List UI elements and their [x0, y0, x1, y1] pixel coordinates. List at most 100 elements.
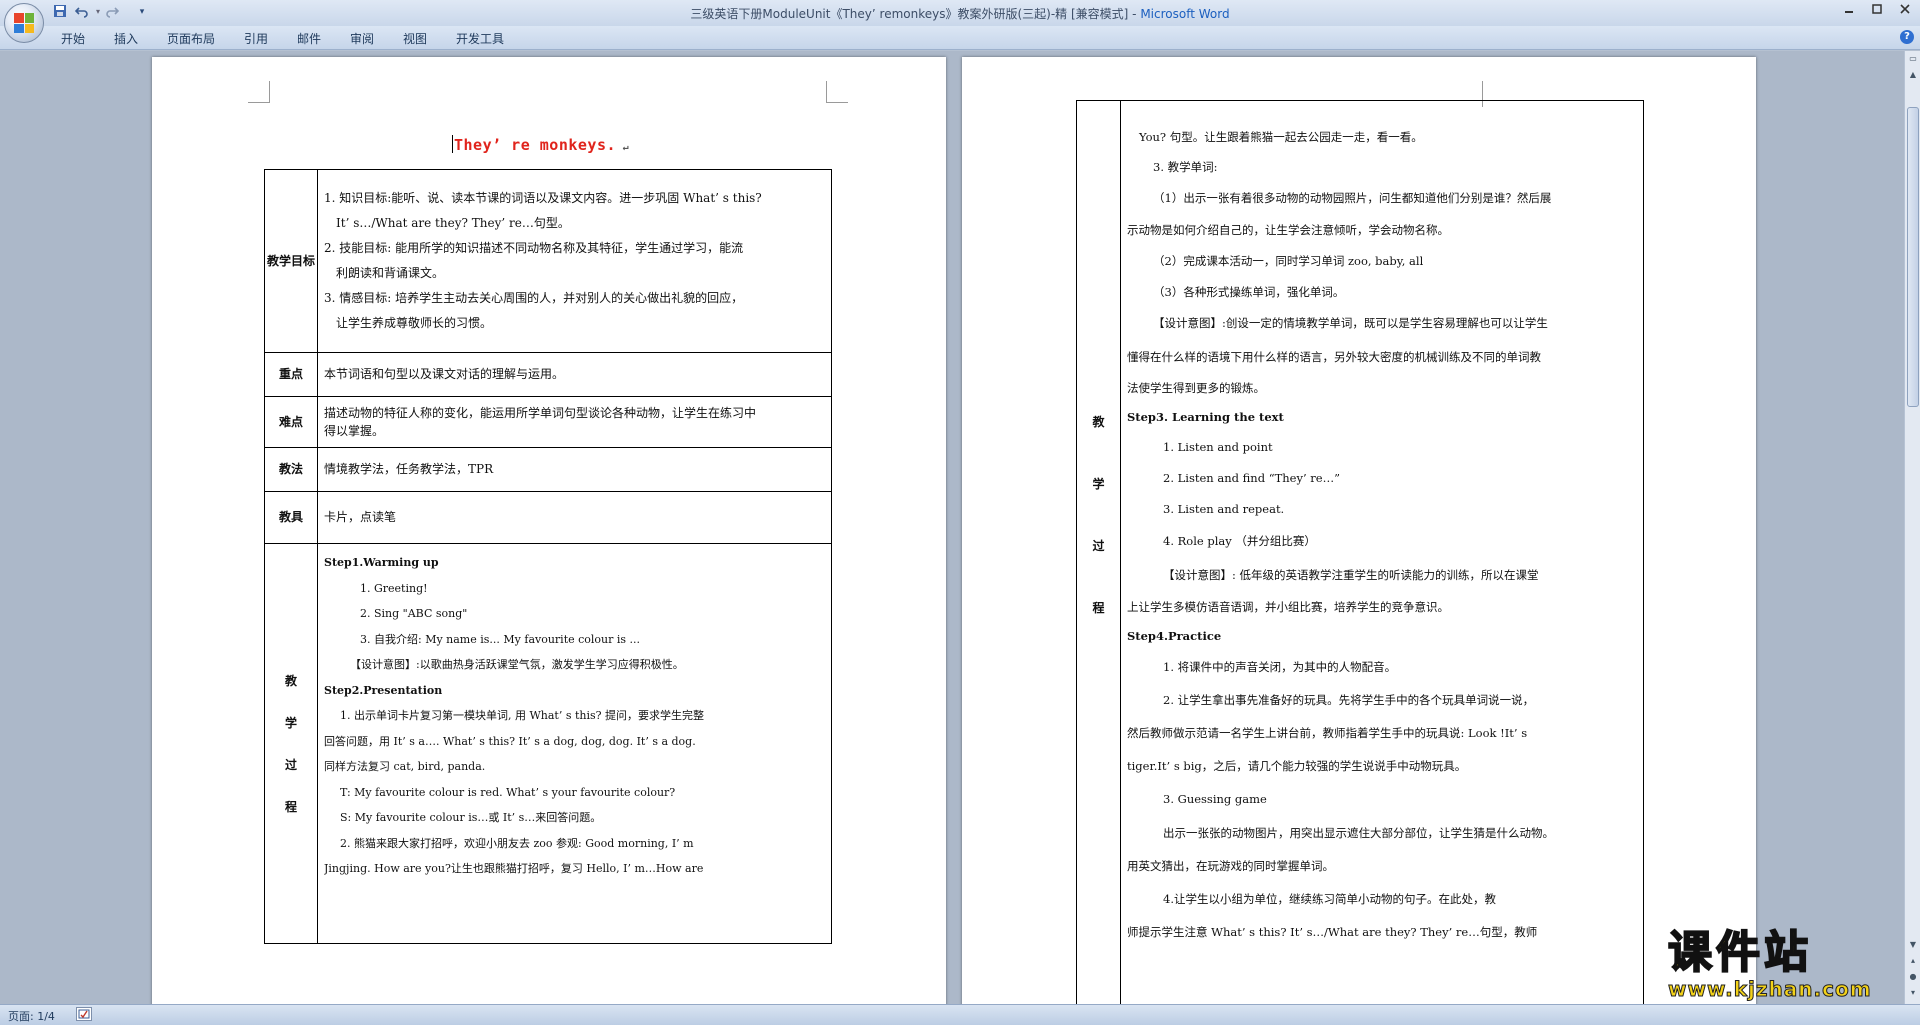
process-line: 2. Listen and find “They’ re…” — [1163, 471, 1340, 485]
office-button[interactable] — [4, 3, 44, 43]
row-label-methods: 教法 — [264, 447, 318, 492]
table-row: 教学目标 1. 知识目标:能听、说、读本节课的词语以及课文内容。进一步巩固 Wh… — [264, 169, 832, 353]
process-line: Jingjing. How are you?让生也跟熊猫打招呼，复习 Hello… — [324, 862, 704, 875]
process-line: 用英文猜出，在玩游戏的同时掌握单词。 — [1127, 859, 1334, 873]
process-line: 回答问题，用 It’ s a…. What’ s this? It’ s a d… — [324, 734, 696, 748]
watermark-text: 课件站 — [1667, 927, 1812, 978]
process-line: 1. 将课件中的声音关闭，为其中的人物配音。 — [1163, 660, 1397, 674]
document-page-2[interactable]: 教学过程 You? 句型。让生跟着熊猫一起去公园走一走，看一看。 3. 教学单词… — [962, 57, 1756, 1004]
close-icon[interactable] — [1892, 2, 1918, 20]
window-title: 三级英语下册ModuleUnit《They’ remonkeys》教案外研版(三… — [0, 5, 1920, 22]
row-label-process-continued: 教学过程 — [1076, 100, 1121, 1004]
document-name: 三级英语下册ModuleUnit《They’ remonkeys》教案外研版(三… — [690, 7, 1129, 21]
objective-line: 让学生养成尊敬师长的习惯。 — [336, 316, 493, 330]
watermark-logo: 课件站 www.kjzhan.com — [1667, 927, 1904, 1002]
process-line: （2）完成课本活动一，同时学习单词 zoo, baby, all — [1153, 254, 1424, 268]
vertical-scrollbar[interactable]: ▭ ▲ ▼ ▴ ● ▾ — [1904, 51, 1920, 1004]
row-label-difficulties: 难点 — [264, 396, 318, 448]
process-line: 2. 让学生拿出事先准备好的玩具。先将学生手中的各个玩具单词说一说， — [1163, 693, 1535, 707]
process-line: 1. Listen and point — [1163, 440, 1273, 454]
process-line: S: My favourite colour is…或 It’ s…来回答问题。 — [340, 811, 602, 824]
application-name: Microsoft Word — [1140, 7, 1230, 21]
text-cursor — [452, 135, 453, 153]
process-line: 4. Role play （并分组比赛） — [1163, 534, 1316, 548]
document-workspace[interactable]: They’ re monkeys. ↵ 教学目标 1. 知识目标:能听、说、读本… — [0, 51, 1904, 1004]
tab-insert[interactable]: 插入 — [114, 30, 138, 47]
lesson-plan-table-continued: 教学过程 You? 句型。让生跟着熊猫一起去公园走一走，看一看。 3. 教学单词… — [1076, 100, 1644, 1004]
process-line: 3. 教学单词: — [1153, 160, 1218, 174]
process-line: 师提示学生注意 What’ s this? It’ s…/What are th… — [1127, 925, 1538, 939]
title-bar: ▾ ▾ 三级英语下册ModuleUnit《They’ remonkeys》教案外… — [0, 0, 1920, 43]
process-line: Step4.Practice — [1127, 629, 1222, 643]
process-line: Step2.Presentation — [324, 683, 443, 697]
objective-line: 1. 知识目标:能听、说、读本节课的词语以及课文内容。进一步巩固 What’ s… — [324, 191, 762, 205]
table-row: 教学过程 You? 句型。让生跟着熊猫一起去公园走一走，看一看。 3. 教学单词… — [1076, 100, 1644, 1004]
previous-page-icon[interactable]: ▴ — [1907, 955, 1919, 967]
process-line: 1. Greeting! — [360, 581, 428, 595]
tab-home[interactable]: 开始 — [61, 30, 85, 47]
process-line: Step3. Learning the text — [1127, 410, 1284, 424]
row-label-objectives: 教学目标 — [264, 169, 318, 353]
tab-references[interactable]: 引用 — [244, 30, 268, 47]
scroll-down-icon[interactable]: ▼ — [1907, 939, 1919, 951]
select-browse-object-icon[interactable]: ● — [1907, 971, 1919, 983]
margin-mark — [248, 81, 270, 103]
process-line: 1. 出示单词卡片复习第一模块单词, 用 What’ s this? 提问，要求… — [340, 709, 705, 722]
maximize-icon[interactable] — [1864, 2, 1890, 20]
document-page-1[interactable]: They’ re monkeys. ↵ 教学目标 1. 知识目标:能听、说、读本… — [152, 57, 946, 1004]
difficulties-line: 描述动物的特征人称的变化，能运用所学单词句型谈论各种动物，让学生在练习中 — [324, 406, 757, 420]
process-line: T: My favourite colour is red. What’ s y… — [340, 785, 676, 799]
scroll-up-icon[interactable]: ▲ — [1907, 69, 1919, 81]
tab-page-layout[interactable]: 页面布局 — [167, 30, 215, 47]
status-bar: 页面: 1/4 — [0, 1004, 1920, 1025]
process-line: 4.让学生以小组为单位，继续练习简单小动物的句子。在此处，教 — [1163, 892, 1496, 906]
process-line: 2. 熊猫来跟大家打招呼，欢迎小朋友去 zoo 参观: Good morning… — [340, 836, 694, 850]
process-label: 教学过程 — [1092, 415, 1105, 615]
process-cell: Step1.Warming up 1. Greeting! 2. Sing "A… — [317, 543, 832, 944]
help-icon[interactable]: ? — [1900, 30, 1914, 44]
proofing-icon[interactable] — [76, 1007, 92, 1021]
process-line: （1）出示一张有着很多动物的动物园照片，问生都知道他们分别是谁？然后展 — [1153, 191, 1552, 205]
key-points-text: 本节词语和句型以及课文对话的理解与运用。 — [324, 367, 565, 382]
tab-developer[interactable]: 开发工具 — [456, 30, 504, 47]
process-line: （3）各种形式操练单词，强化单词。 — [1153, 285, 1345, 299]
tab-review[interactable]: 审阅 — [350, 30, 374, 47]
process-line: 【设计意图】: 低年级的英语教学注重学生的听读能力的训练，所以在课堂 — [1163, 568, 1539, 582]
ruler-toggle-icon[interactable]: ▭ — [1907, 53, 1919, 65]
process-line: 上让学生多模仿语音语调，并小组比赛，培养学生的竞争意识。 — [1127, 600, 1449, 614]
document-title-text: They’ re monkeys. — [454, 136, 617, 154]
word-window: ▾ ▾ 三级英语下册ModuleUnit《They’ remonkeys》教案外… — [0, 0, 1920, 1025]
lesson-plan-table: 教学目标 1. 知识目标:能听、说、读本节课的词语以及课文内容。进一步巩固 Wh… — [264, 169, 832, 944]
scrollbar-thumb[interactable] — [1907, 107, 1919, 407]
row-label-key-points: 重点 — [264, 352, 318, 397]
page-indicator[interactable]: 页面: 1/4 — [8, 1008, 55, 1024]
process-line: tiger.It’ s big，之后，请几个能力较强的学生说说手中动物玩具。 — [1127, 759, 1467, 773]
process-line: 同样方法复习 cat, bird, panda. — [324, 760, 486, 773]
process-line: 【设计意图】:创设一定的情境教学单词，既可以是学生容易理解也可以让学生 — [1153, 316, 1548, 330]
tab-mailings[interactable]: 邮件 — [297, 30, 321, 47]
process-line: 懂得在什么样的语境下用什么样的语言，另外较大密度的机械训练及不同的单词教 — [1127, 350, 1541, 364]
document-title: They’ re monkeys. ↵ — [452, 135, 630, 154]
table-row: 教学过程 Step1.Warming up 1. Greeting! 2. Si… — [264, 543, 832, 944]
process-line: 3. 自我介绍: My name is... My favourite colo… — [360, 632, 641, 646]
objective-line: 3. 情感目标: 培养学生主动去关心周围的人，并对别人的关心做出礼貌的回应， — [324, 291, 744, 305]
objective-line: It’ s…/What are they? They’ re…句型。 — [336, 216, 570, 230]
row-label-materials: 教具 — [264, 491, 318, 544]
objective-line: 2. 技能目标: 能用所学的知识描述不同动物名称及其特征，学生通过学习，能流 — [324, 241, 744, 255]
process-line: 法使学生得到更多的锻炼。 — [1127, 381, 1265, 395]
process-cell-continued: You? 句型。让生跟着熊猫一起去公园走一走，看一看。 3. 教学单词: （1）… — [1120, 100, 1644, 1004]
next-page-icon[interactable]: ▾ — [1907, 987, 1919, 999]
minimize-icon[interactable] — [1836, 2, 1862, 20]
materials-cell: 卡片，点读笔 — [317, 491, 832, 544]
key-points-cell: 本节词语和句型以及课文对话的理解与运用。 — [317, 352, 832, 397]
process-line: 然后教师做示范请一名学生上讲台前，教师指着学生手中的玩具说: Look !It’… — [1127, 726, 1528, 740]
title-separator: - — [1128, 7, 1141, 21]
margin-mark — [826, 81, 848, 103]
difficulties-line: 得以掌握。 — [324, 424, 385, 438]
watermark-url: www.kjzhan.com — [1668, 977, 1872, 1002]
materials-text: 卡片，点读笔 — [324, 510, 397, 525]
difficulties-cell: 描述动物的特征人称的变化，能运用所学单词句型谈论各种动物，让学生在练习中 得以掌… — [317, 396, 832, 448]
tab-view[interactable]: 视图 — [403, 30, 427, 47]
methods-cell: 情境教学法，任务教学法，TPR — [317, 447, 832, 492]
table-row: 重点 本节词语和句型以及课文对话的理解与运用。 — [264, 352, 832, 397]
